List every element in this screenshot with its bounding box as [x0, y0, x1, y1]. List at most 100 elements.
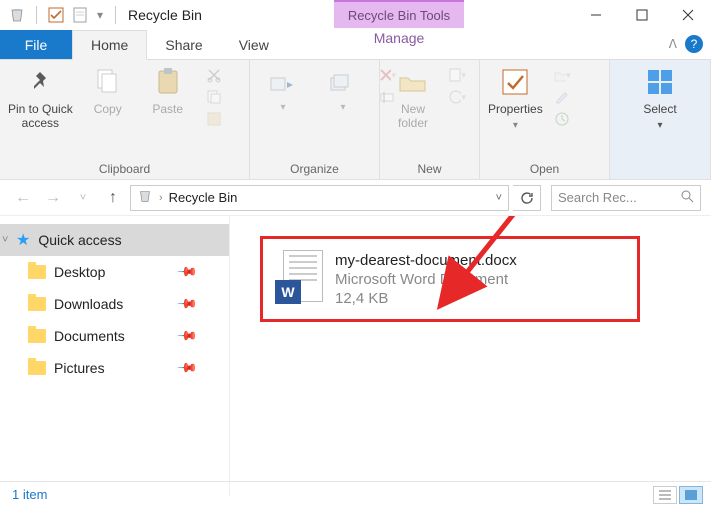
nav-downloads[interactable]: Downloads 📌: [0, 288, 229, 320]
recycle-bin-icon: [137, 188, 153, 207]
content-pane[interactable]: W my-dearest-document.docx Microsoft Wor…: [230, 216, 711, 496]
word-document-icon: W: [275, 250, 323, 308]
properties-button[interactable]: Properties ▾: [488, 66, 543, 131]
nav-label: Quick access: [38, 232, 121, 248]
copy-to-button[interactable]: ▾: [318, 66, 368, 113]
pin-icon: 📌: [176, 261, 199, 284]
search-placeholder: Search Rec...: [558, 190, 637, 205]
nav-up-button[interactable]: ↑: [100, 185, 126, 211]
nav-label: Downloads: [54, 296, 123, 312]
easy-access-icon[interactable]: ▾: [448, 88, 466, 106]
select-icon: [644, 66, 676, 98]
tab-file[interactable]: File: [0, 30, 72, 59]
delete-icon[interactable]: ▾: [378, 66, 396, 84]
details-view-button[interactable]: [653, 486, 677, 504]
properties-icon: [499, 66, 531, 98]
paste-label: Paste: [152, 102, 183, 116]
rename-icon[interactable]: [378, 88, 396, 106]
folder-icon: [28, 265, 46, 279]
copy-button[interactable]: Copy: [83, 66, 133, 116]
minimize-button[interactable]: [573, 0, 619, 30]
select-label: Select: [643, 102, 676, 116]
tab-share[interactable]: Share: [147, 30, 220, 59]
chevron-down-icon[interactable]: ˅: [2, 234, 8, 246]
qat-doc-icon[interactable]: [71, 6, 89, 24]
edit-icon[interactable]: [553, 88, 571, 106]
nav-pictures[interactable]: Pictures 📌: [0, 352, 229, 384]
navigation-pane[interactable]: ˅ ★ Quick access Desktop 📌 Downloads 📌 D…: [0, 216, 230, 496]
search-box[interactable]: Search Rec...: [551, 185, 701, 211]
recent-locations-button[interactable]: ˅: [70, 185, 96, 211]
tab-home[interactable]: Home: [72, 30, 147, 60]
pin-icon: 📌: [176, 357, 199, 380]
ribbon: Pin to Quick access Copy Paste Clipboard…: [0, 60, 711, 180]
nav-label: Documents: [54, 328, 125, 344]
recycle-bin-icon: [8, 6, 26, 24]
nav-desktop[interactable]: Desktop 📌: [0, 256, 229, 288]
divider: [115, 6, 116, 24]
file-info: my-dearest-document.docx Microsoft Word …: [335, 252, 517, 307]
new-small-buttons: ▾ ▾: [448, 66, 466, 106]
group-select: Select ▾: [610, 60, 711, 179]
nav-back-button[interactable]: ←: [10, 185, 36, 211]
pin-icon: [24, 66, 56, 98]
copy-to-icon: [327, 66, 359, 98]
maximize-button[interactable]: [619, 0, 665, 30]
nav-forward-button[interactable]: →: [40, 185, 66, 211]
address-bar-row: ← → ˅ ↑ › Recycle Bin ˅ Search Rec...: [0, 180, 711, 216]
folder-icon: [28, 297, 46, 311]
cut-icon[interactable]: [205, 66, 223, 84]
move-to-button[interactable]: ▾: [258, 66, 308, 113]
close-button[interactable]: [665, 0, 711, 30]
help-button[interactable]: ?: [685, 35, 703, 53]
paste-button[interactable]: Paste: [143, 66, 193, 116]
folder-icon: [28, 361, 46, 375]
group-organize: ▾ ▾ ▾ Organize: [250, 60, 380, 179]
explorer-body: ˅ ★ Quick access Desktop 📌 Downloads 📌 D…: [0, 216, 711, 496]
clipboard-small-buttons: [205, 66, 223, 128]
file-name: my-dearest-document.docx: [335, 252, 517, 269]
status-item-count: 1 item: [12, 487, 47, 502]
new-item-icon[interactable]: ▾: [448, 66, 466, 84]
tab-view[interactable]: View: [221, 30, 287, 59]
quick-access-toolbar: ▾: [0, 6, 120, 24]
group-clipboard: Pin to Quick access Copy Paste Clipboard: [0, 60, 250, 179]
quick-access-icon: ★: [16, 230, 30, 250]
copy-label: Copy: [94, 102, 122, 116]
address-bar[interactable]: › Recycle Bin ˅: [130, 185, 509, 211]
refresh-button[interactable]: [513, 185, 541, 211]
group-open-label: Open: [488, 159, 601, 177]
paste-shortcut-icon[interactable]: [205, 110, 223, 128]
tab-manage[interactable]: Manage: [334, 30, 464, 46]
copy-path-icon[interactable]: [205, 88, 223, 106]
large-icons-view-button[interactable]: [679, 486, 703, 504]
collapse-ribbon-icon[interactable]: ᐱ: [669, 37, 677, 51]
properties-qat-icon[interactable]: [47, 6, 65, 24]
window-title: Recycle Bin: [128, 7, 202, 23]
select-button[interactable]: Select ▾: [635, 66, 685, 131]
history-icon[interactable]: [553, 110, 571, 128]
new-folder-icon: [397, 66, 429, 98]
breadcrumb-location[interactable]: Recycle Bin: [169, 190, 238, 205]
qat-dropdown-icon[interactable]: ▾: [95, 8, 105, 22]
ribbon-tabs: File Home Share View Manage ᐱ ?: [0, 30, 711, 60]
address-dropdown-icon[interactable]: ˅: [496, 192, 502, 204]
move-to-icon: [267, 66, 299, 98]
contextual-tab-label: Recycle Bin Tools: [334, 0, 464, 28]
chevron-right-icon[interactable]: ›: [159, 192, 163, 204]
nav-label: Pictures: [54, 360, 105, 376]
group-open: Properties ▾ ▾ Open: [480, 60, 610, 179]
title-bar: ▾ Recycle Bin Recycle Bin Tools: [0, 0, 711, 30]
pin-label: Pin to Quick access: [8, 102, 73, 131]
folder-icon: [28, 329, 46, 343]
pin-to-quick-access-button[interactable]: Pin to Quick access: [8, 66, 73, 131]
open-icon[interactable]: ▾: [553, 66, 571, 84]
group-clipboard-label: Clipboard: [8, 159, 241, 177]
properties-label: Properties: [488, 102, 543, 116]
group-organize-label: Organize: [258, 159, 371, 177]
nav-quick-access[interactable]: ˅ ★ Quick access: [0, 224, 229, 256]
file-item-highlighted[interactable]: W my-dearest-document.docx Microsoft Wor…: [260, 236, 640, 322]
copy-icon: [92, 66, 124, 98]
nav-documents[interactable]: Documents 📌: [0, 320, 229, 352]
file-size: 12,4 KB: [335, 290, 517, 307]
